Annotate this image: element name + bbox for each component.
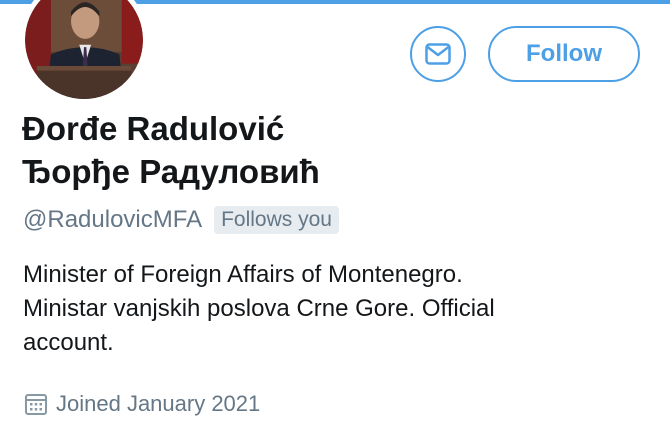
display-name-cyrillic: Ђорђе Радуловић — [22, 153, 320, 190]
follow-button[interactable]: Follow — [488, 26, 640, 82]
message-button[interactable] — [410, 26, 466, 82]
bio-line: account. — [23, 329, 114, 356]
bio-line: Minister of Foreign Affairs of Montenegr… — [23, 261, 463, 288]
handle-row: @RadulovicMFA Follows you — [23, 204, 339, 236]
avatar-photo — [25, 0, 143, 99]
follows-you-badge: Follows you — [214, 206, 339, 234]
joined-date-row: Joined January 2021 — [24, 388, 260, 420]
profile-bio: Minister of Foreign Affairs of Montenegr… — [23, 258, 653, 360]
avatar[interactable] — [20, 0, 148, 104]
display-name-latin: Đorđe Radulović — [22, 110, 285, 147]
profile-display-name: Đorđe Radulović Ђорђе Радуловић — [22, 107, 320, 193]
envelope-icon — [425, 43, 451, 65]
follow-button-label: Follow — [526, 40, 602, 67]
joined-date: Joined January 2021 — [56, 391, 261, 416]
profile-handle: @RadulovicMFA — [23, 206, 203, 233]
calendar-icon — [24, 392, 48, 416]
bio-line: Ministar vanjskih poslova Crne Gore. Off… — [23, 295, 495, 322]
